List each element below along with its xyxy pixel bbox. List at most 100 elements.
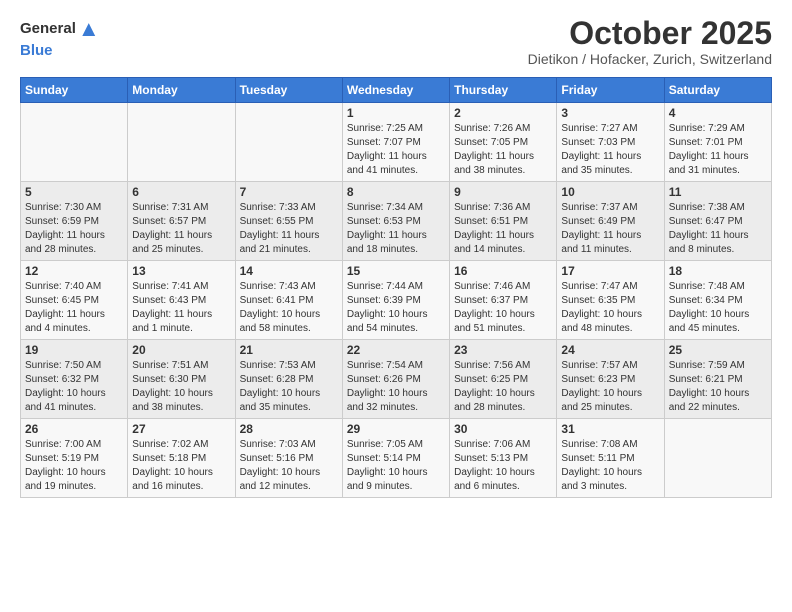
day-info: Sunrise: 7:40 AM Sunset: 6:45 PM Dayligh… bbox=[25, 280, 123, 336]
day-cell: 22 Sunrise: 7:54 AM Sunset: 6:26 PM Dayli… bbox=[342, 340, 449, 419]
week-row-4: 19Sunrise: 7:50 AM Sunset: 6:32 PM Dayli… bbox=[21, 340, 772, 419]
day-info: Sunrise: 7:56 AM Sunset: 6:25 PM Dayligh… bbox=[454, 359, 552, 415]
day-cell: 28Sunrise: 7:03 AM Sunset: 5:16 PM Dayli… bbox=[235, 419, 342, 498]
logo-general: General bbox=[20, 20, 76, 38]
day-number: 16 bbox=[454, 264, 552, 278]
logo-icon: ▲ bbox=[78, 16, 100, 42]
day-cell: 5Sunrise: 7:30 AM Sunset: 6:59 PM Daylig… bbox=[21, 182, 128, 261]
header-cell-monday: Monday bbox=[128, 78, 235, 103]
day-number: 23 bbox=[454, 343, 552, 357]
day-number: 8 bbox=[347, 185, 445, 199]
day-number: 14 bbox=[240, 264, 338, 278]
day-cell bbox=[128, 103, 235, 182]
day-cell: 11 Sunrise: 7:38 AM Sunset: 6:47 PM Dayli… bbox=[664, 182, 771, 261]
day-cell: 18 Sunrise: 7:48 AM Sunset: 6:34 PM Dayli… bbox=[664, 261, 771, 340]
day-cell bbox=[21, 103, 128, 182]
day-cell: 2 Sunrise: 7:26 AM Sunset: 7:05 PM Daylig… bbox=[450, 103, 557, 182]
day-number: 18 bbox=[669, 264, 767, 278]
day-number: 20 bbox=[132, 343, 230, 357]
day-number: 26 bbox=[25, 422, 123, 436]
week-row-1: 1 Sunrise: 7:25 AM Sunset: 7:07 PM Daylig… bbox=[21, 103, 772, 182]
day-cell bbox=[235, 103, 342, 182]
day-info: Sunrise: 7:34 AM Sunset: 6:53 PM Dayligh… bbox=[347, 201, 445, 257]
day-info: Sunrise: 7:26 AM Sunset: 7:05 PM Dayligh… bbox=[454, 122, 552, 178]
day-cell: 23 Sunrise: 7:56 AM Sunset: 6:25 PM Dayli… bbox=[450, 340, 557, 419]
day-number: 27 bbox=[132, 422, 230, 436]
header-cell-thursday: Thursday bbox=[450, 78, 557, 103]
day-number: 13 bbox=[132, 264, 230, 278]
day-number: 22 bbox=[347, 343, 445, 357]
day-cell: 6Sunrise: 7:31 AM Sunset: 6:57 PM Daylig… bbox=[128, 182, 235, 261]
header-cell-tuesday: Tuesday bbox=[235, 78, 342, 103]
day-number: 1 bbox=[347, 106, 445, 120]
day-cell: 7 Sunrise: 7:33 AM Sunset: 6:55 PM Daylig… bbox=[235, 182, 342, 261]
day-cell: 14Sunrise: 7:43 AM Sunset: 6:41 PM Dayli… bbox=[235, 261, 342, 340]
day-info: Sunrise: 7:54 AM Sunset: 6:26 PM Dayligh… bbox=[347, 359, 445, 415]
day-info: Sunrise: 7:59 AM Sunset: 6:21 PM Dayligh… bbox=[669, 359, 767, 415]
week-row-3: 12 Sunrise: 7:40 AM Sunset: 6:45 PM Dayli… bbox=[21, 261, 772, 340]
day-info: Sunrise: 7:48 AM Sunset: 6:34 PM Dayligh… bbox=[669, 280, 767, 336]
day-cell: 3Sunrise: 7:27 AM Sunset: 7:03 PM Daylig… bbox=[557, 103, 664, 182]
day-number: 21 bbox=[240, 343, 338, 357]
day-number: 7 bbox=[240, 185, 338, 199]
day-info: Sunrise: 7:51 AM Sunset: 6:30 PM Dayligh… bbox=[132, 359, 230, 415]
day-cell: 13 Sunrise: 7:41 AM Sunset: 6:43 PM Dayli… bbox=[128, 261, 235, 340]
day-info: Sunrise: 7:03 AM Sunset: 5:16 PM Dayligh… bbox=[240, 438, 338, 494]
day-info: Sunrise: 7:08 AM Sunset: 5:11 PM Dayligh… bbox=[561, 438, 659, 494]
day-cell: 30Sunrise: 7:06 AM Sunset: 5:13 PM Dayli… bbox=[450, 419, 557, 498]
day-cell: 8 Sunrise: 7:34 AM Sunset: 6:53 PM Daylig… bbox=[342, 182, 449, 261]
day-cell: 31 Sunrise: 7:08 AM Sunset: 5:11 PM Dayli… bbox=[557, 419, 664, 498]
day-cell: 9Sunrise: 7:36 AM Sunset: 6:51 PM Daylig… bbox=[450, 182, 557, 261]
day-info: Sunrise: 7:33 AM Sunset: 6:55 PM Dayligh… bbox=[240, 201, 338, 257]
logo: General ▲ Blue bbox=[20, 16, 100, 60]
day-number: 17 bbox=[561, 264, 659, 278]
day-info: Sunrise: 7:53 AM Sunset: 6:28 PM Dayligh… bbox=[240, 359, 338, 415]
day-info: Sunrise: 7:25 AM Sunset: 7:07 PM Dayligh… bbox=[347, 122, 445, 178]
header-cell-wednesday: Wednesday bbox=[342, 78, 449, 103]
day-number: 12 bbox=[25, 264, 123, 278]
day-info: Sunrise: 7:00 AM Sunset: 5:19 PM Dayligh… bbox=[25, 438, 123, 494]
week-row-5: 26 Sunrise: 7:00 AM Sunset: 5:19 PM Dayli… bbox=[21, 419, 772, 498]
week-row-2: 5Sunrise: 7:30 AM Sunset: 6:59 PM Daylig… bbox=[21, 182, 772, 261]
day-cell: 12 Sunrise: 7:40 AM Sunset: 6:45 PM Dayli… bbox=[21, 261, 128, 340]
day-info: Sunrise: 7:47 AM Sunset: 6:35 PM Dayligh… bbox=[561, 280, 659, 336]
day-info: Sunrise: 7:38 AM Sunset: 6:47 PM Dayligh… bbox=[669, 201, 767, 257]
day-info: Sunrise: 7:29 AM Sunset: 7:01 PM Dayligh… bbox=[669, 122, 767, 178]
day-number: 9 bbox=[454, 185, 552, 199]
day-number: 24 bbox=[561, 343, 659, 357]
day-number: 25 bbox=[669, 343, 767, 357]
day-info: Sunrise: 7:57 AM Sunset: 6:23 PM Dayligh… bbox=[561, 359, 659, 415]
day-cell: 1 Sunrise: 7:25 AM Sunset: 7:07 PM Daylig… bbox=[342, 103, 449, 182]
header-row: SundayMondayTuesdayWednesdayThursdayFrid… bbox=[21, 78, 772, 103]
day-info: Sunrise: 7:46 AM Sunset: 6:37 PM Dayligh… bbox=[454, 280, 552, 336]
header-cell-sunday: Sunday bbox=[21, 78, 128, 103]
subtitle: Dietikon / Hofacker, Zurich, Switzerland bbox=[528, 51, 772, 67]
day-cell: 10Sunrise: 7:37 AM Sunset: 6:49 PM Dayli… bbox=[557, 182, 664, 261]
day-number: 31 bbox=[561, 422, 659, 436]
day-info: Sunrise: 7:44 AM Sunset: 6:39 PM Dayligh… bbox=[347, 280, 445, 336]
day-cell bbox=[664, 419, 771, 498]
logo-blue: Blue bbox=[20, 42, 53, 59]
day-info: Sunrise: 7:41 AM Sunset: 6:43 PM Dayligh… bbox=[132, 280, 230, 336]
day-info: Sunrise: 7:27 AM Sunset: 7:03 PM Dayligh… bbox=[561, 122, 659, 178]
day-cell: 25 Sunrise: 7:59 AM Sunset: 6:21 PM Dayli… bbox=[664, 340, 771, 419]
day-cell: 24 Sunrise: 7:57 AM Sunset: 6:23 PM Dayli… bbox=[557, 340, 664, 419]
month-title: October 2025 bbox=[528, 16, 772, 51]
day-cell: 15Sunrise: 7:44 AM Sunset: 6:39 PM Dayli… bbox=[342, 261, 449, 340]
day-info: Sunrise: 7:06 AM Sunset: 5:13 PM Dayligh… bbox=[454, 438, 552, 494]
day-info: Sunrise: 7:02 AM Sunset: 5:18 PM Dayligh… bbox=[132, 438, 230, 494]
day-number: 6 bbox=[132, 185, 230, 199]
day-info: Sunrise: 7:37 AM Sunset: 6:49 PM Dayligh… bbox=[561, 201, 659, 257]
day-number: 11 bbox=[669, 185, 767, 199]
day-cell: 4 Sunrise: 7:29 AM Sunset: 7:01 PM Daylig… bbox=[664, 103, 771, 182]
day-info: Sunrise: 7:30 AM Sunset: 6:59 PM Dayligh… bbox=[25, 201, 123, 257]
day-cell: 21 Sunrise: 7:53 AM Sunset: 6:28 PM Dayli… bbox=[235, 340, 342, 419]
day-cell: 16 Sunrise: 7:46 AM Sunset: 6:37 PM Dayli… bbox=[450, 261, 557, 340]
day-info: Sunrise: 7:05 AM Sunset: 5:14 PM Dayligh… bbox=[347, 438, 445, 494]
day-cell: 17 Sunrise: 7:47 AM Sunset: 6:35 PM Dayli… bbox=[557, 261, 664, 340]
day-number: 4 bbox=[669, 106, 767, 120]
day-number: 2 bbox=[454, 106, 552, 120]
day-cell: 20 Sunrise: 7:51 AM Sunset: 6:30 PM Dayli… bbox=[128, 340, 235, 419]
header: General ▲ Blue October 2025 Dietikon / H… bbox=[20, 16, 772, 67]
header-cell-friday: Friday bbox=[557, 78, 664, 103]
